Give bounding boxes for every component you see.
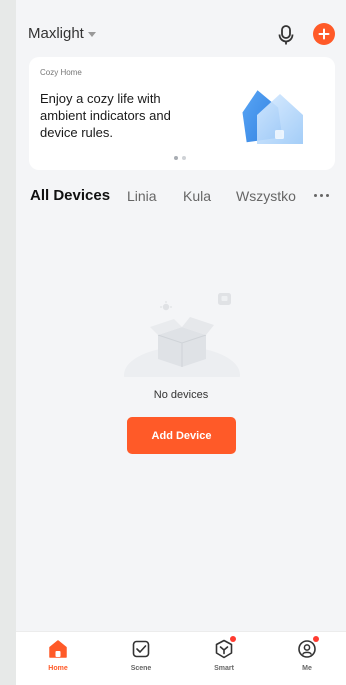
add-device-button[interactable]: Add Device <box>127 417 236 454</box>
nav-me[interactable]: Me <box>282 636 332 672</box>
scene-icon <box>130 638 152 660</box>
nav-label: Smart <box>214 665 234 672</box>
pagination-dot <box>182 156 186 160</box>
banner-label: Cozy Home <box>40 68 82 77</box>
notification-badge <box>313 636 319 642</box>
tab-wszystko[interactable]: Wszystko <box>236 188 296 204</box>
more-icon[interactable] <box>314 188 334 202</box>
banner-text: Enjoy a cozy life with ambient indicator… <box>40 91 171 140</box>
nav-smart[interactable]: Smart <box>199 636 249 672</box>
smart-icon <box>213 636 236 660</box>
tab-all-devices[interactable]: All Devices <box>30 187 110 204</box>
plus-icon <box>318 28 330 40</box>
caret-down-icon <box>87 32 96 37</box>
header: Maxlight <box>16 20 346 50</box>
empty-box-illustration <box>124 293 240 377</box>
home-name: Maxlight <box>28 25 84 42</box>
profile-icon <box>296 636 319 660</box>
bottom-navigation: Home Scene Smart Me <box>16 631 346 685</box>
add-button[interactable] <box>313 23 335 45</box>
houses-illustration <box>242 90 303 144</box>
app-screen: Maxlight Cozy Home Enjoy a cozy life wit… <box>16 0 346 685</box>
nav-home[interactable]: Home <box>33 638 83 672</box>
nav-label: Home <box>48 665 68 672</box>
nav-label: Scene <box>130 665 152 672</box>
device-tabs: All Devices Linia Kula Wszystko <box>16 186 346 208</box>
pagination-dot <box>174 156 178 160</box>
home-icon <box>47 638 69 660</box>
tab-linia[interactable]: Linia <box>127 188 157 204</box>
notification-badge <box>230 636 236 642</box>
home-selector[interactable]: Maxlight <box>28 25 96 42</box>
cozy-home-banner[interactable]: Cozy Home Enjoy a cozy life with ambient… <box>29 57 335 170</box>
banner-pagination <box>174 156 186 160</box>
microphone-icon[interactable] <box>275 23 297 47</box>
empty-state-text: No devices <box>153 389 209 401</box>
tab-kula[interactable]: Kula <box>183 188 211 204</box>
nav-label: Me <box>302 665 312 672</box>
nav-scene[interactable]: Scene <box>116 638 166 672</box>
